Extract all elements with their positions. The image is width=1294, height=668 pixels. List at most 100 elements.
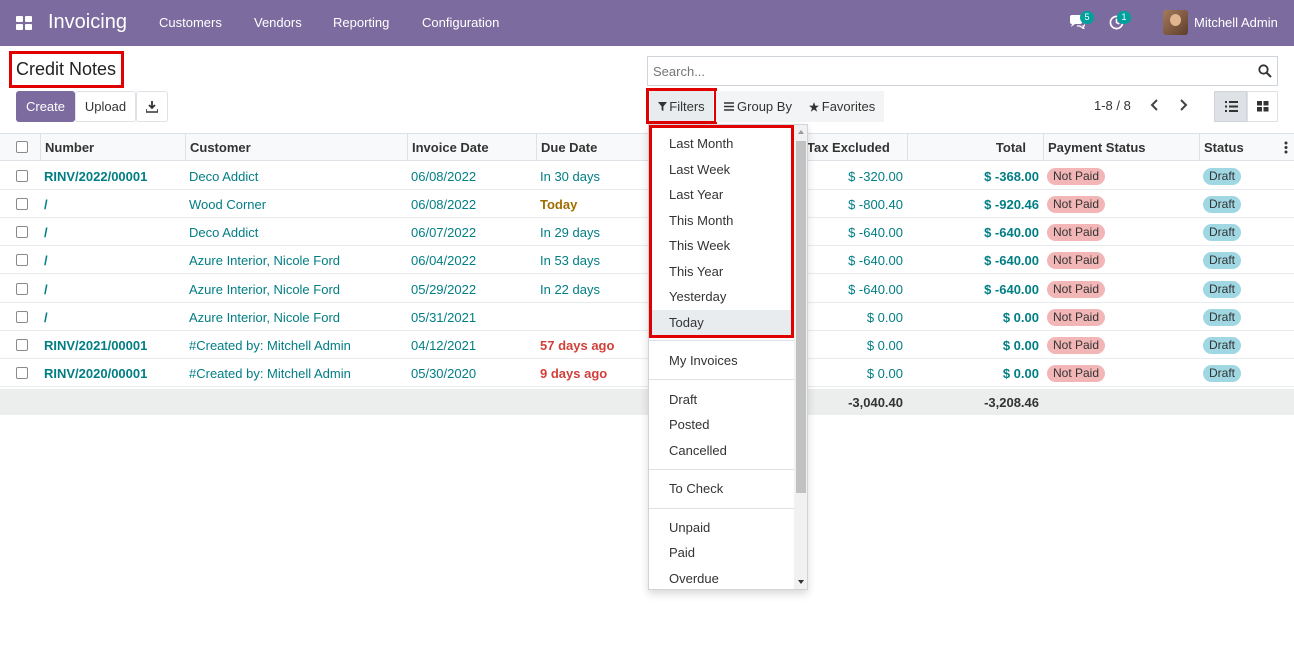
filter-item-overdue[interactable]: Overdue xyxy=(649,566,794,589)
menu-vendors[interactable]: Vendors xyxy=(254,15,302,30)
dropdown-divider xyxy=(649,379,794,380)
header-invoice-date[interactable]: Invoice Date xyxy=(412,140,489,155)
chevron-left-icon[interactable] xyxy=(1148,97,1162,113)
header-number[interactable]: Number xyxy=(45,140,94,155)
menu-configuration[interactable]: Configuration xyxy=(422,15,499,30)
group-by-icon xyxy=(724,102,735,111)
cell-tax-excluded: $ 0.00 xyxy=(866,338,903,353)
filters-highlight-box xyxy=(646,88,717,124)
menu-reporting[interactable]: Reporting xyxy=(333,15,389,30)
cell-number: / xyxy=(44,310,48,325)
cell-total: $ -920.46 xyxy=(984,197,1039,212)
create-button[interactable]: Create xyxy=(16,91,75,122)
date-filters-highlight-box xyxy=(649,125,794,338)
status-badge: Draft xyxy=(1203,337,1242,354)
menu-customers[interactable]: Customers xyxy=(159,15,222,30)
header-due-date[interactable]: Due Date xyxy=(541,140,597,155)
footer-total-sum: -3,208.46 xyxy=(984,395,1039,410)
cell-customer: Deco Addict xyxy=(189,225,259,240)
cell-number: / xyxy=(44,225,48,240)
upload-button[interactable]: Upload xyxy=(75,91,136,122)
download-button[interactable] xyxy=(136,91,168,122)
optional-columns-icon[interactable] xyxy=(1284,141,1288,154)
table-row[interactable]: RINV/2021/00001 #Created by: Mitchell Adm… xyxy=(0,331,1294,359)
filter-item-draft[interactable]: Draft xyxy=(649,387,794,412)
status-badge: Draft xyxy=(1203,309,1242,326)
cell-total: $ -640.00 xyxy=(984,282,1039,297)
row-checkbox[interactable] xyxy=(16,367,28,379)
kanban-view-button[interactable] xyxy=(1247,91,1278,122)
header-total[interactable]: Total xyxy=(996,140,1026,155)
payment-status-badge: Not Paid xyxy=(1047,337,1106,354)
cell-invoice-date: 06/08/2022 xyxy=(411,169,477,184)
filter-item-posted[interactable]: Posted xyxy=(649,412,794,437)
table-row[interactable]: RINV/2020/00001 #Created by: Mitchell Adm… xyxy=(0,359,1294,387)
cell-customer: Azure Interior, Nicole Ford xyxy=(189,253,341,268)
select-all-checkbox[interactable] xyxy=(16,141,28,153)
top-navbar: Invoicing Customers Vendors Reporting Co… xyxy=(0,0,1294,46)
cell-due-date: 9 days ago xyxy=(540,366,608,381)
cell-number: / xyxy=(44,282,48,297)
header-status[interactable]: Status xyxy=(1204,140,1244,155)
user-avatar[interactable] xyxy=(1163,10,1188,35)
pager-value[interactable]: 1-8 / 8 xyxy=(1094,98,1131,113)
cell-customer: #Created by: Mitchell Admin xyxy=(189,366,351,381)
table-row[interactable]: / Azure Interior, Nicole Ford 06/04/2022 In… xyxy=(0,246,1294,274)
group-by-button[interactable]: Group By xyxy=(716,91,800,122)
header-payment-status[interactable]: Payment Status xyxy=(1048,140,1146,155)
cell-total: $ -368.00 xyxy=(984,169,1039,184)
filter-item-my-invoices[interactable]: My Invoices xyxy=(649,348,794,373)
apps-grid-icon[interactable] xyxy=(16,16,32,30)
row-checkbox[interactable] xyxy=(16,311,28,323)
cell-due-date: In 30 days xyxy=(540,169,600,184)
favorites-button[interactable]: Favorites xyxy=(800,91,884,122)
list-view-button[interactable] xyxy=(1214,91,1247,122)
status-badge: Draft xyxy=(1203,196,1242,213)
payment-status-badge: Not Paid xyxy=(1047,365,1106,382)
row-checkbox[interactable] xyxy=(16,283,28,295)
row-checkbox[interactable] xyxy=(16,198,28,210)
status-badge: Draft xyxy=(1203,168,1242,185)
cell-total: $ 0.00 xyxy=(1002,310,1039,325)
search-icon[interactable] xyxy=(1258,64,1272,78)
scroll-down-icon[interactable] xyxy=(796,577,806,587)
table-row[interactable]: / Azure Interior, Nicole Ford 05/31/2021 $ … xyxy=(0,303,1294,331)
row-checkbox[interactable] xyxy=(16,226,28,238)
cell-due-date: In 53 days xyxy=(540,253,600,268)
table-footer: -3,040.40 -3,208.46 xyxy=(0,389,1294,415)
app-brand[interactable]: Invoicing xyxy=(48,11,127,34)
cell-invoice-date: 04/12/2021 xyxy=(411,338,477,353)
filter-item-unpaid[interactable]: Unpaid xyxy=(649,515,794,540)
payment-status-badge: Not Paid xyxy=(1047,168,1106,185)
row-checkbox[interactable] xyxy=(16,254,28,266)
chevron-right-icon[interactable] xyxy=(1176,97,1190,113)
filter-item-cancelled[interactable]: Cancelled xyxy=(649,438,794,463)
table-row[interactable]: / Deco Addict 06/07/2022 In 29 days $ -640.0… xyxy=(0,218,1294,246)
cell-tax-excluded: $ -800.40 xyxy=(848,197,903,212)
dropdown-scrollbar-thumb[interactable] xyxy=(796,141,806,493)
filter-item-paid[interactable]: Paid xyxy=(649,540,794,565)
cell-due-date: In 22 days xyxy=(540,282,600,297)
payment-status-badge: Not Paid xyxy=(1047,252,1106,269)
row-checkbox[interactable] xyxy=(16,170,28,182)
scroll-up-icon[interactable] xyxy=(796,127,806,137)
cell-number: / xyxy=(44,253,48,268)
row-checkbox[interactable] xyxy=(16,339,28,351)
filter-item-to-check[interactable]: To Check xyxy=(649,476,794,501)
table-row[interactable]: RINV/2022/00001 Deco Addict 06/08/2022 In 3… xyxy=(0,162,1294,190)
cell-customer: Deco Addict xyxy=(189,169,259,184)
kanban-view-icon xyxy=(1257,101,1269,112)
cell-invoice-date: 06/07/2022 xyxy=(411,225,477,240)
search-input[interactable] xyxy=(653,64,1233,79)
search-bar[interactable] xyxy=(647,56,1278,86)
header-customer[interactable]: Customer xyxy=(190,140,251,155)
header-tax-excluded[interactable]: Tax Excluded xyxy=(807,140,890,155)
table-row[interactable]: / Wood Corner 06/08/2022 Today $ -800.40 $ -9… xyxy=(0,190,1294,218)
cell-total: $ -640.00 xyxy=(984,253,1039,268)
cell-invoice-date: 05/30/2020 xyxy=(411,366,477,381)
cell-customer: Azure Interior, Nicole Ford xyxy=(189,282,341,297)
table-row[interactable]: / Azure Interior, Nicole Ford 05/29/2022 In… xyxy=(0,275,1294,303)
cell-total: $ -640.00 xyxy=(984,225,1039,240)
user-name[interactable]: Mitchell Admin xyxy=(1194,15,1278,30)
cell-due-date: In 29 days xyxy=(540,225,600,240)
